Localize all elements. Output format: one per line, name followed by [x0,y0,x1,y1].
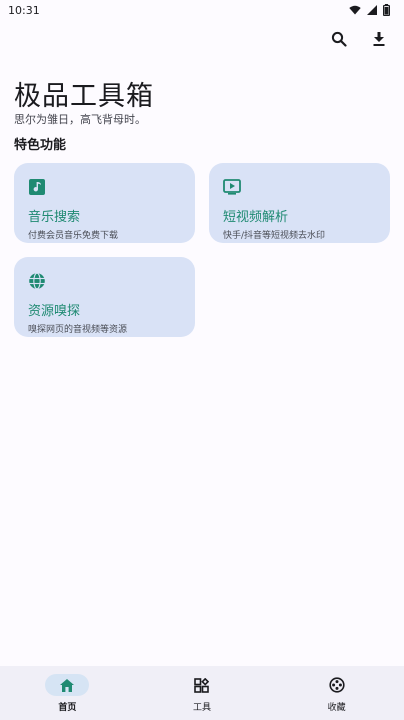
search-icon [331,31,347,47]
video-play-icon [223,179,241,195]
card-title: 资源嗅探 [28,304,81,319]
nav-label: 工具 [192,703,211,713]
status-icons [349,4,390,16]
battery-icon [383,4,390,16]
section-title: 特色功能 [14,138,67,153]
download-icon [373,32,385,46]
nav-item-tools[interactable]: 工具 [157,674,247,713]
search-button[interactable] [328,28,350,50]
nav-item-favorites[interactable]: 收藏 [292,674,382,713]
card-music-search[interactable]: 音乐搜索 付费会员音乐免费下载 [14,163,195,243]
film-reel-icon [329,677,345,693]
card-short-video-parse[interactable]: 短视频解析 快手/抖音等短视频去水印 [209,163,390,243]
download-button[interactable] [368,28,390,50]
wifi-icon [349,5,361,15]
nav-indicator [45,674,90,696]
nav-item-home[interactable]: 首页 [22,674,112,713]
bottom-navigation: 首页 工具 收藏 [0,666,404,720]
nav-label: 首页 [58,703,77,713]
card-description: 快手/抖音等短视频去水印 [223,231,326,241]
nav-indicator [315,674,359,696]
home-icon [60,678,75,692]
card-resource-sniff[interactable]: 资源嗅探 嗅探网页的音视频等资源 [14,257,195,337]
top-actions [328,28,390,50]
music-note-icon [29,179,45,195]
card-description: 嗅探网页的音视频等资源 [28,325,128,335]
status-time: 10:31 [8,3,40,17]
nav-indicator [180,674,224,696]
globe-icon [29,272,45,290]
card-description: 付费会员音乐免费下载 [28,231,119,241]
card-title: 音乐搜索 [28,210,81,225]
signal-icon [367,5,377,15]
card-title: 短视频解析 [223,210,289,225]
status-bar: 10:31 [0,0,404,20]
apps-icon [194,677,210,693]
page-title: 极品工具箱 [14,81,154,112]
nav-label: 收藏 [327,703,346,713]
page-subtitle: 思尔为雏日，高飞背母时。 [14,113,146,126]
